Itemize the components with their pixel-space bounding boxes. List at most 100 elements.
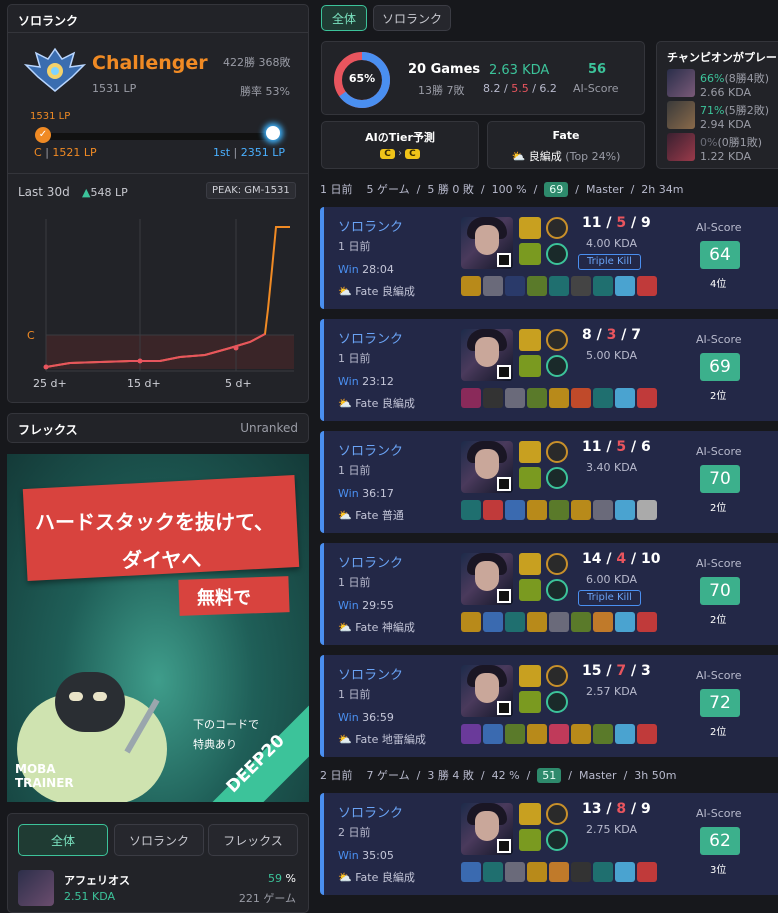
match-card[interactable]: ソロランク 2 日前 Win 35:05 ⛅ Fate 良編成 13 / 8 / 9 2.… [320,793,778,895]
item-icon [615,388,635,408]
match-rank: 2位 [710,727,727,738]
tab-flex[interactable]: フレックス [208,824,298,856]
item-icon [461,388,481,408]
match-queue: ソロランク [338,668,404,683]
item-icon [615,500,635,520]
match-fate: ⛅ Fate 良編成 [338,397,415,410]
match-aiscore-label: AI-Score [696,221,742,234]
match-rank: 2位 [710,615,727,626]
chart-tick-5: 5 d+ [225,377,252,390]
match-kda-ratio: 6.00 KDA [586,573,638,586]
champion-row-1-kda: 2.66 KDA [700,86,752,99]
match-kda: 15 / 7 / 3 [582,663,651,679]
champion-row-3: 0%(0勝1敗) [700,136,763,149]
champion-portrait[interactable] [461,217,513,269]
match-card[interactable]: ソロランク 1 日前 Win 36:59 ⛅ Fate 地雷編成 15 / 7 / 3 2… [320,655,778,757]
item-icon [505,724,525,744]
top-tab-solo[interactable]: ソロランク [373,5,451,31]
champion-panel-title: チャンピオンがプレー [667,51,777,64]
top-tab-all[interactable]: 全体 [321,5,367,31]
match-kda: 13 / 8 / 9 [582,801,651,817]
moba-trainer-ad[interactable]: ハードスタックを抜けて、 ダイヤへ 無料で 下のコードで 特典あり MOBA T… [7,454,309,802]
rune-icon [546,355,568,377]
item-icon [505,862,525,882]
match-kda-ratio: 3.40 KDA [586,461,638,474]
champion-portrait[interactable] [461,441,513,493]
solo-rank-panel: ソロランク Challenger 1531 LP 422勝 368敗 勝率 53… [7,4,309,403]
summary-aiscore: 56 [588,62,607,77]
champion-played-panel: チャンピオンがプレー 66%(8勝4敗) 2.66 KDA 71%(5勝2敗) … [656,41,778,169]
last30-gain: ▲548 LP [82,186,128,199]
rune-icon [546,553,568,575]
match-kda: 11 / 5 / 6 [582,439,651,455]
match-aiscore-label: AI-Score [696,445,742,458]
weather-icon: ⛅ [338,621,352,634]
match-kda: 14 / 4 / 10 [582,551,661,567]
win-rate: 勝率 53% [240,85,290,98]
chart-tick-15: 15 d+ [127,377,161,390]
champion-row-2-kda: 2.94 KDA [700,118,752,131]
first-lp: 2351 LP [240,146,286,159]
item-icon [549,612,569,632]
tab-all[interactable]: 全体 [18,824,108,856]
item-icon [549,388,569,408]
match-time-ago: 1 日前 [338,576,371,589]
rune-icon [546,243,568,265]
item-icon [483,612,503,632]
item-row [461,276,657,296]
item-icon [505,612,525,632]
match-aiscore-label: AI-Score [696,807,742,820]
match-card[interactable]: ソロランク 1 日前 Win 28:04 ⛅ Fate 良編成 11 / 5 / 9 4.… [320,207,778,309]
first-label: 1st [213,146,231,159]
item-icon [527,724,547,744]
ad-headline-1: ハードスタックを抜けて、 [35,510,274,534]
match-queue: ソロランク [338,220,404,235]
match-card[interactable]: ソロランク 1 日前 Win 36:17 ⛅ Fate 普通 11 / 5 / 6 3.4… [320,431,778,533]
item-icon [571,724,591,744]
match-aiscore: 72 [700,689,740,717]
champion-portrait[interactable] [461,329,513,381]
summoner-spell-icon [519,355,541,377]
weather-icon: ⛅ [338,285,352,298]
match-fate: ⛅ Fate 地雷編成 [338,733,426,746]
champion-portrait[interactable] [461,553,513,605]
item-icon [527,388,547,408]
peak-badge: PEAK: GM-1531 [206,182,296,199]
day-header-2: 2 日前 7 ゲーム / 3 勝 4 敗 / 42 % / 51 / Maste… [320,768,677,783]
item-icon [637,612,657,632]
match-time-ago: 1 日前 [338,464,371,477]
lp-chart [43,219,294,372]
item-icon [637,862,657,882]
item-icon [527,612,547,632]
item-icon [483,388,503,408]
item-icon [483,862,503,882]
summoner-spell-icon [519,579,541,601]
champion-name: アフェリオス [64,874,130,887]
item-icon [549,500,569,520]
summary-kda: 2.63 KDA [489,63,550,78]
tier-prediction-values: C › C [322,148,478,159]
item-icon [461,862,481,882]
tab-solo[interactable]: ソロランク [114,824,204,856]
match-aiscore: 62 [700,827,740,855]
summoner-spell-icon [519,665,541,687]
donut-percent: 65% [348,72,376,85]
match-card[interactable]: ソロランク 1 日前 Win 23:12 ⛅ Fate 良編成 8 / 3 / 7 5.0… [320,319,778,421]
item-icon [505,500,525,520]
lp-progress-track [44,133,276,140]
champion-portrait[interactable] [461,665,513,717]
summoner-spell-icon [519,691,541,713]
match-aiscore-label: AI-Score [696,333,742,346]
match-card[interactable]: ソロランク 1 日前 Win 29:55 ⛅ Fate 神編成 14 / 4 / 10 6… [320,543,778,645]
ad-headline-2: ダイヤへ [122,548,202,572]
summary-panel: 65% 20 Games 13勝 7敗 2.63 KDA 8.2 / 5.5 /… [321,41,645,115]
item-icon [615,724,635,744]
fate-title: Fate [552,129,580,142]
item-icon [461,500,481,520]
flex-rank-panel: フレックス Unranked [7,413,309,443]
item-icon [461,612,481,632]
champion-stats-panel: 全体 ソロランク フレックス アフェリオス 59 % 2.51 KDA 221 … [7,813,309,913]
day-header-1: 1 日前 5 ゲーム / 5 勝 0 敗 / 100 % / 69 / Mast… [320,182,684,197]
item-row [461,862,657,882]
champion-portrait[interactable] [461,803,513,855]
